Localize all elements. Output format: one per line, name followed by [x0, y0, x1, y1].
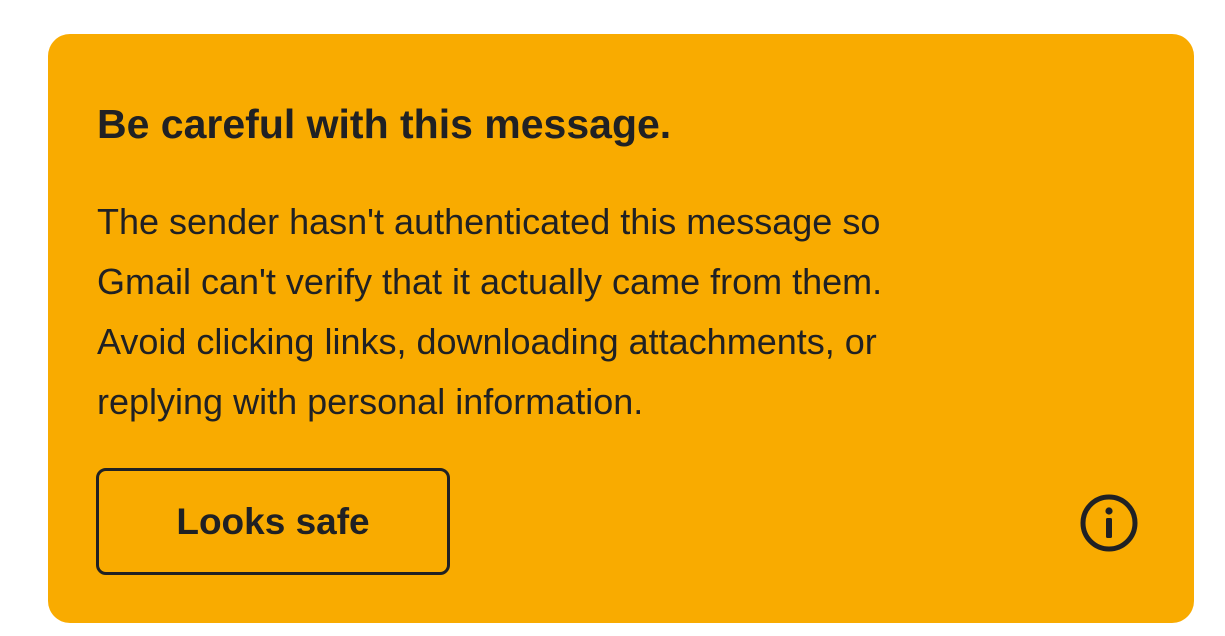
warning-message-line: replying with personal information. [97, 381, 644, 422]
warning-message-line: Gmail can't verify that it actually came… [97, 261, 883, 302]
warning-message-line: Avoid clicking links, downloading attach… [97, 321, 877, 362]
warning-message-line: The sender hasn't authenticated this mes… [97, 201, 881, 242]
warning-message: The sender hasn't authenticated this mes… [97, 192, 1147, 432]
warning-title: Be careful with this message. [97, 101, 672, 147]
warning-banner: Be careful with this message. The sender… [48, 34, 1194, 623]
looks-safe-button[interactable]: Looks safe [96, 468, 450, 575]
info-icon[interactable] [1079, 493, 1139, 553]
